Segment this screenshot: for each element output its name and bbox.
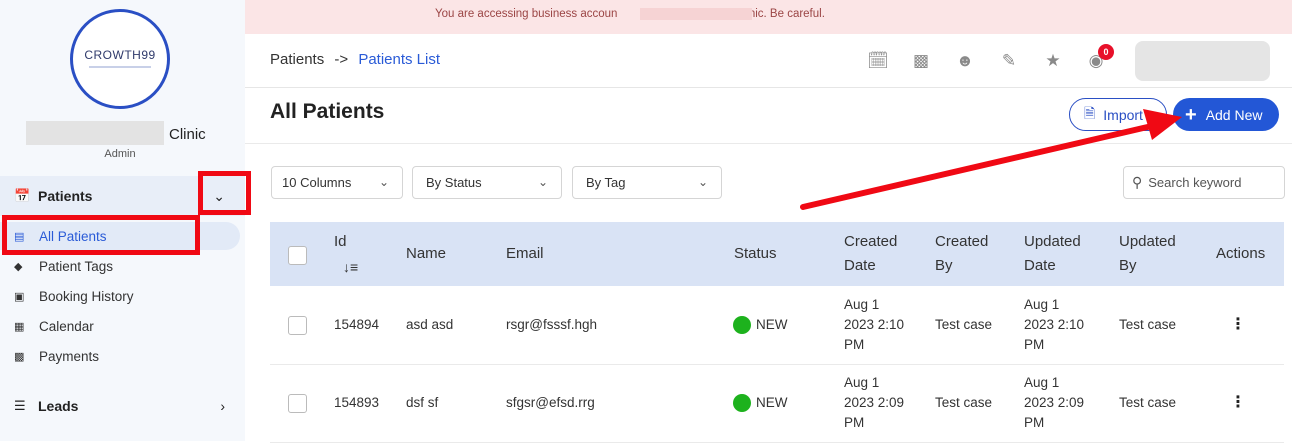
annotation-arrow: [800, 109, 1182, 210]
